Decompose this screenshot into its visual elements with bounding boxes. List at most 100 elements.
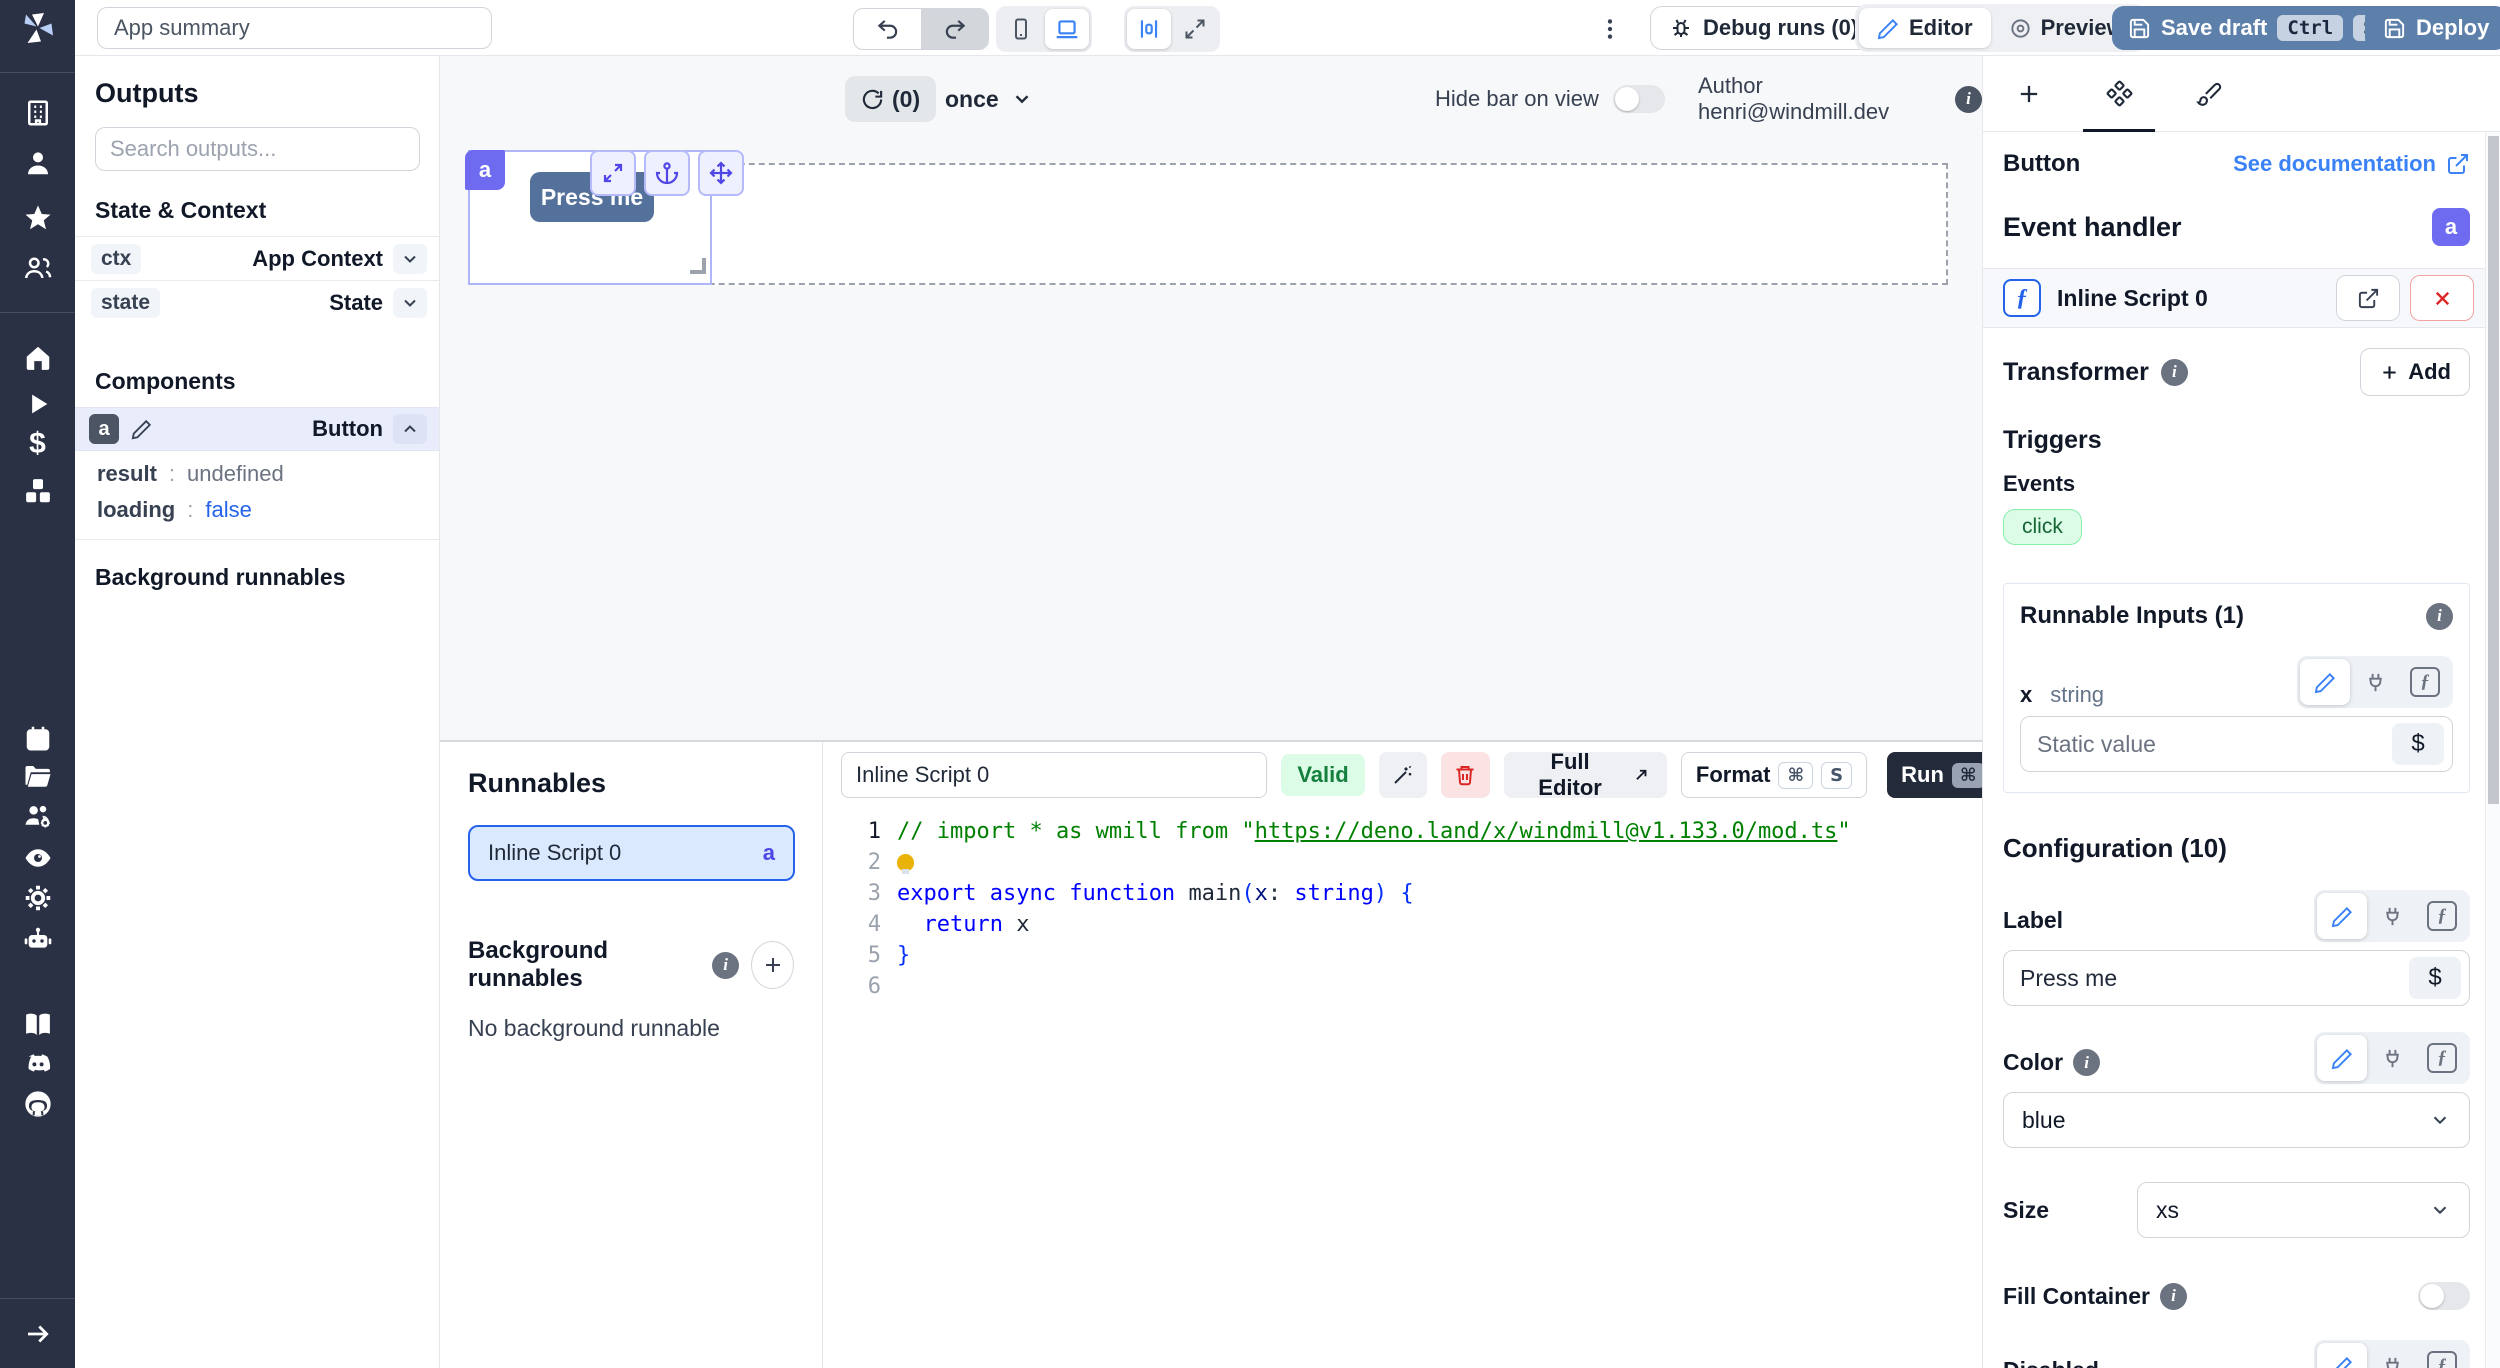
sidebar-item-groups-icon[interactable] <box>20 250 56 286</box>
panel-scrollbar[interactable] <box>2485 132 2500 1368</box>
full-editor-label: Full Editor <box>1520 749 1621 801</box>
desktop-view-button[interactable] <box>1045 9 1089 49</box>
result-output-row[interactable]: result : undefined <box>97 461 439 487</box>
save-draft-label: Save draft <box>2161 15 2267 41</box>
mobile-view-button[interactable] <box>999 9 1043 49</box>
sidebar-item-user[interactable] <box>20 145 56 181</box>
sidebar-item-discord-icon[interactable] <box>20 1046 56 1082</box>
template-var-button[interactable]: $ <box>2409 957 2461 999</box>
chevron-up-icon <box>400 419 420 439</box>
sidebar-item-workspace[interactable] <box>20 95 56 131</box>
more-menu-button[interactable] <box>1593 12 1627 46</box>
edit-id-pencil-icon[interactable] <box>131 418 153 440</box>
static-mode-button[interactable] <box>2317 1035 2367 1081</box>
sidebar-item-resources-icon[interactable] <box>20 473 56 509</box>
tab-editor[interactable]: Editor <box>1859 8 1991 48</box>
quickfix-lightbulb-icon[interactable] <box>897 854 914 871</box>
info-icon[interactable]: i <box>712 952 739 979</box>
center-align-button[interactable] <box>1127 9 1171 49</box>
sidebar-item-runs-icon[interactable] <box>20 386 56 422</box>
author-info-icon[interactable]: i <box>1955 86 1982 113</box>
sidebar-item-settings-icon[interactable] <box>20 880 56 916</box>
loading-output-row[interactable]: loading : false <box>97 497 439 523</box>
sidebar-item-audit-icon[interactable] <box>20 840 56 876</box>
runnable-item-inline-script-0[interactable]: Inline Script 0 a <box>468 825 795 881</box>
sidebar-item-home-icon[interactable] <box>20 340 56 376</box>
see-documentation-link[interactable]: See documentation <box>2233 151 2470 177</box>
full-editor-button[interactable]: Full Editor <box>1504 752 1667 798</box>
move-component-button[interactable] <box>698 150 744 196</box>
template-var-button[interactable]: $ <box>2392 723 2444 765</box>
add-transformer-button[interactable]: Add <box>2360 348 2470 396</box>
resize-handle[interactable] <box>690 258 706 274</box>
sidebar-collapse-arrow-icon[interactable] <box>20 1316 56 1352</box>
color-select[interactable]: blue <box>2003 1092 2470 1148</box>
format-button[interactable]: Format ⌘ S <box>1681 752 1867 798</box>
debug-runs-button[interactable]: Debug runs (0) <box>1650 6 1877 50</box>
connect-mode-button[interactable] <box>2350 659 2400 705</box>
size-select[interactable]: xs <box>2137 1182 2470 1238</box>
sidebar-item-github-icon[interactable] <box>20 1086 56 1122</box>
sidebar-item-ai-bot-icon[interactable] <box>20 921 56 957</box>
sidebar-item-folders-icon[interactable] <box>20 758 56 794</box>
redo-button[interactable] <box>921 9 988 49</box>
app-canvas[interactable]: (0) once Hide bar on view Author henri@w… <box>440 56 1982 740</box>
eval-mode-button[interactable]: ƒ <box>2417 1035 2467 1081</box>
static-mode-button[interactable] <box>2300 659 2350 705</box>
sidebar-item-workers-icon[interactable] <box>20 798 56 834</box>
open-script-button[interactable] <box>2336 275 2400 321</box>
ctx-row[interactable]: ctx App Context <box>75 236 439 280</box>
hide-bar-toggle[interactable] <box>1613 85 1665 113</box>
app-summary-input[interactable] <box>97 7 492 49</box>
connect-mode-button[interactable] <box>2367 1343 2417 1368</box>
static-mode-button[interactable] <box>2317 1343 2367 1368</box>
ai-assistant-button[interactable] <box>1379 752 1427 798</box>
see-documentation-label: See documentation <box>2233 151 2436 177</box>
ctx-expand-button[interactable] <box>393 244 427 274</box>
windmill-logo-icon[interactable] <box>20 10 56 46</box>
connect-mode-button[interactable] <box>2367 893 2417 939</box>
scrollbar-thumb[interactable] <box>2488 136 2499 804</box>
info-icon[interactable]: i <box>2426 603 2453 630</box>
add-background-runnable-button[interactable] <box>751 941 794 989</box>
fill-container-toggle[interactable] <box>2418 1282 2470 1310</box>
sidebar-item-favorites-icon[interactable] <box>20 200 56 236</box>
code-editor[interactable]: 123456 // import * as wmill from "https:… <box>823 806 2060 1368</box>
anchor-component-button[interactable] <box>644 150 690 196</box>
code-lines[interactable]: // import * as wmill from "https://deno.… <box>881 816 1851 1368</box>
fullwidth-button[interactable] <box>1173 9 1217 49</box>
deploy-button[interactable]: Deploy <box>2365 6 2500 50</box>
detach-script-button[interactable] <box>2410 275 2474 321</box>
refresh-runnables-button[interactable]: (0) <box>845 76 936 122</box>
script-name-input[interactable] <box>841 752 1267 798</box>
tab-theme-styling[interactable] <box>2165 56 2253 131</box>
sidebar-item-docs-icon[interactable] <box>20 1006 56 1042</box>
undo-button[interactable] <box>854 9 921 49</box>
attached-script-row[interactable]: ƒ Inline Script 0 <box>1983 268 2500 328</box>
search-outputs-input[interactable] <box>95 127 420 171</box>
tab-component-settings[interactable] <box>2075 56 2163 131</box>
delete-script-button[interactable] <box>1441 752 1489 798</box>
component-collapse-button[interactable] <box>393 414 427 444</box>
eval-mode-button[interactable]: ƒ <box>2400 659 2450 705</box>
pencil-icon <box>1877 17 1900 40</box>
refresh-interval-dropdown[interactable]: once <box>945 76 1033 122</box>
connect-mode-button[interactable] <box>2367 1035 2417 1081</box>
state-row[interactable]: state State <box>75 280 439 324</box>
label-value-input[interactable] <box>2020 965 2409 992</box>
sidebar-item-variables-icon[interactable]: $ <box>20 426 56 462</box>
info-icon[interactable]: i <box>2160 1283 2187 1310</box>
info-icon[interactable]: i <box>2073 1049 2100 1076</box>
static-mode-button[interactable] <box>2317 893 2367 939</box>
info-icon[interactable]: i <box>2161 359 2188 386</box>
eval-mode-button[interactable]: ƒ <box>2417 1343 2467 1368</box>
state-expand-button[interactable] <box>393 288 427 318</box>
static-value-input[interactable] <box>2037 731 2392 758</box>
sidebar-item-schedules-icon[interactable] <box>20 720 56 756</box>
eval-mode-button[interactable]: ƒ <box>2417 893 2467 939</box>
expand-component-button[interactable] <box>590 150 636 196</box>
tab-insert-component[interactable] <box>1985 56 2073 131</box>
background-runnables-title: Background runnables <box>468 937 700 993</box>
save-draft-button[interactable]: Save draft Ctrl S <box>2112 6 2401 50</box>
component-a-row[interactable]: a Button <box>75 407 439 451</box>
